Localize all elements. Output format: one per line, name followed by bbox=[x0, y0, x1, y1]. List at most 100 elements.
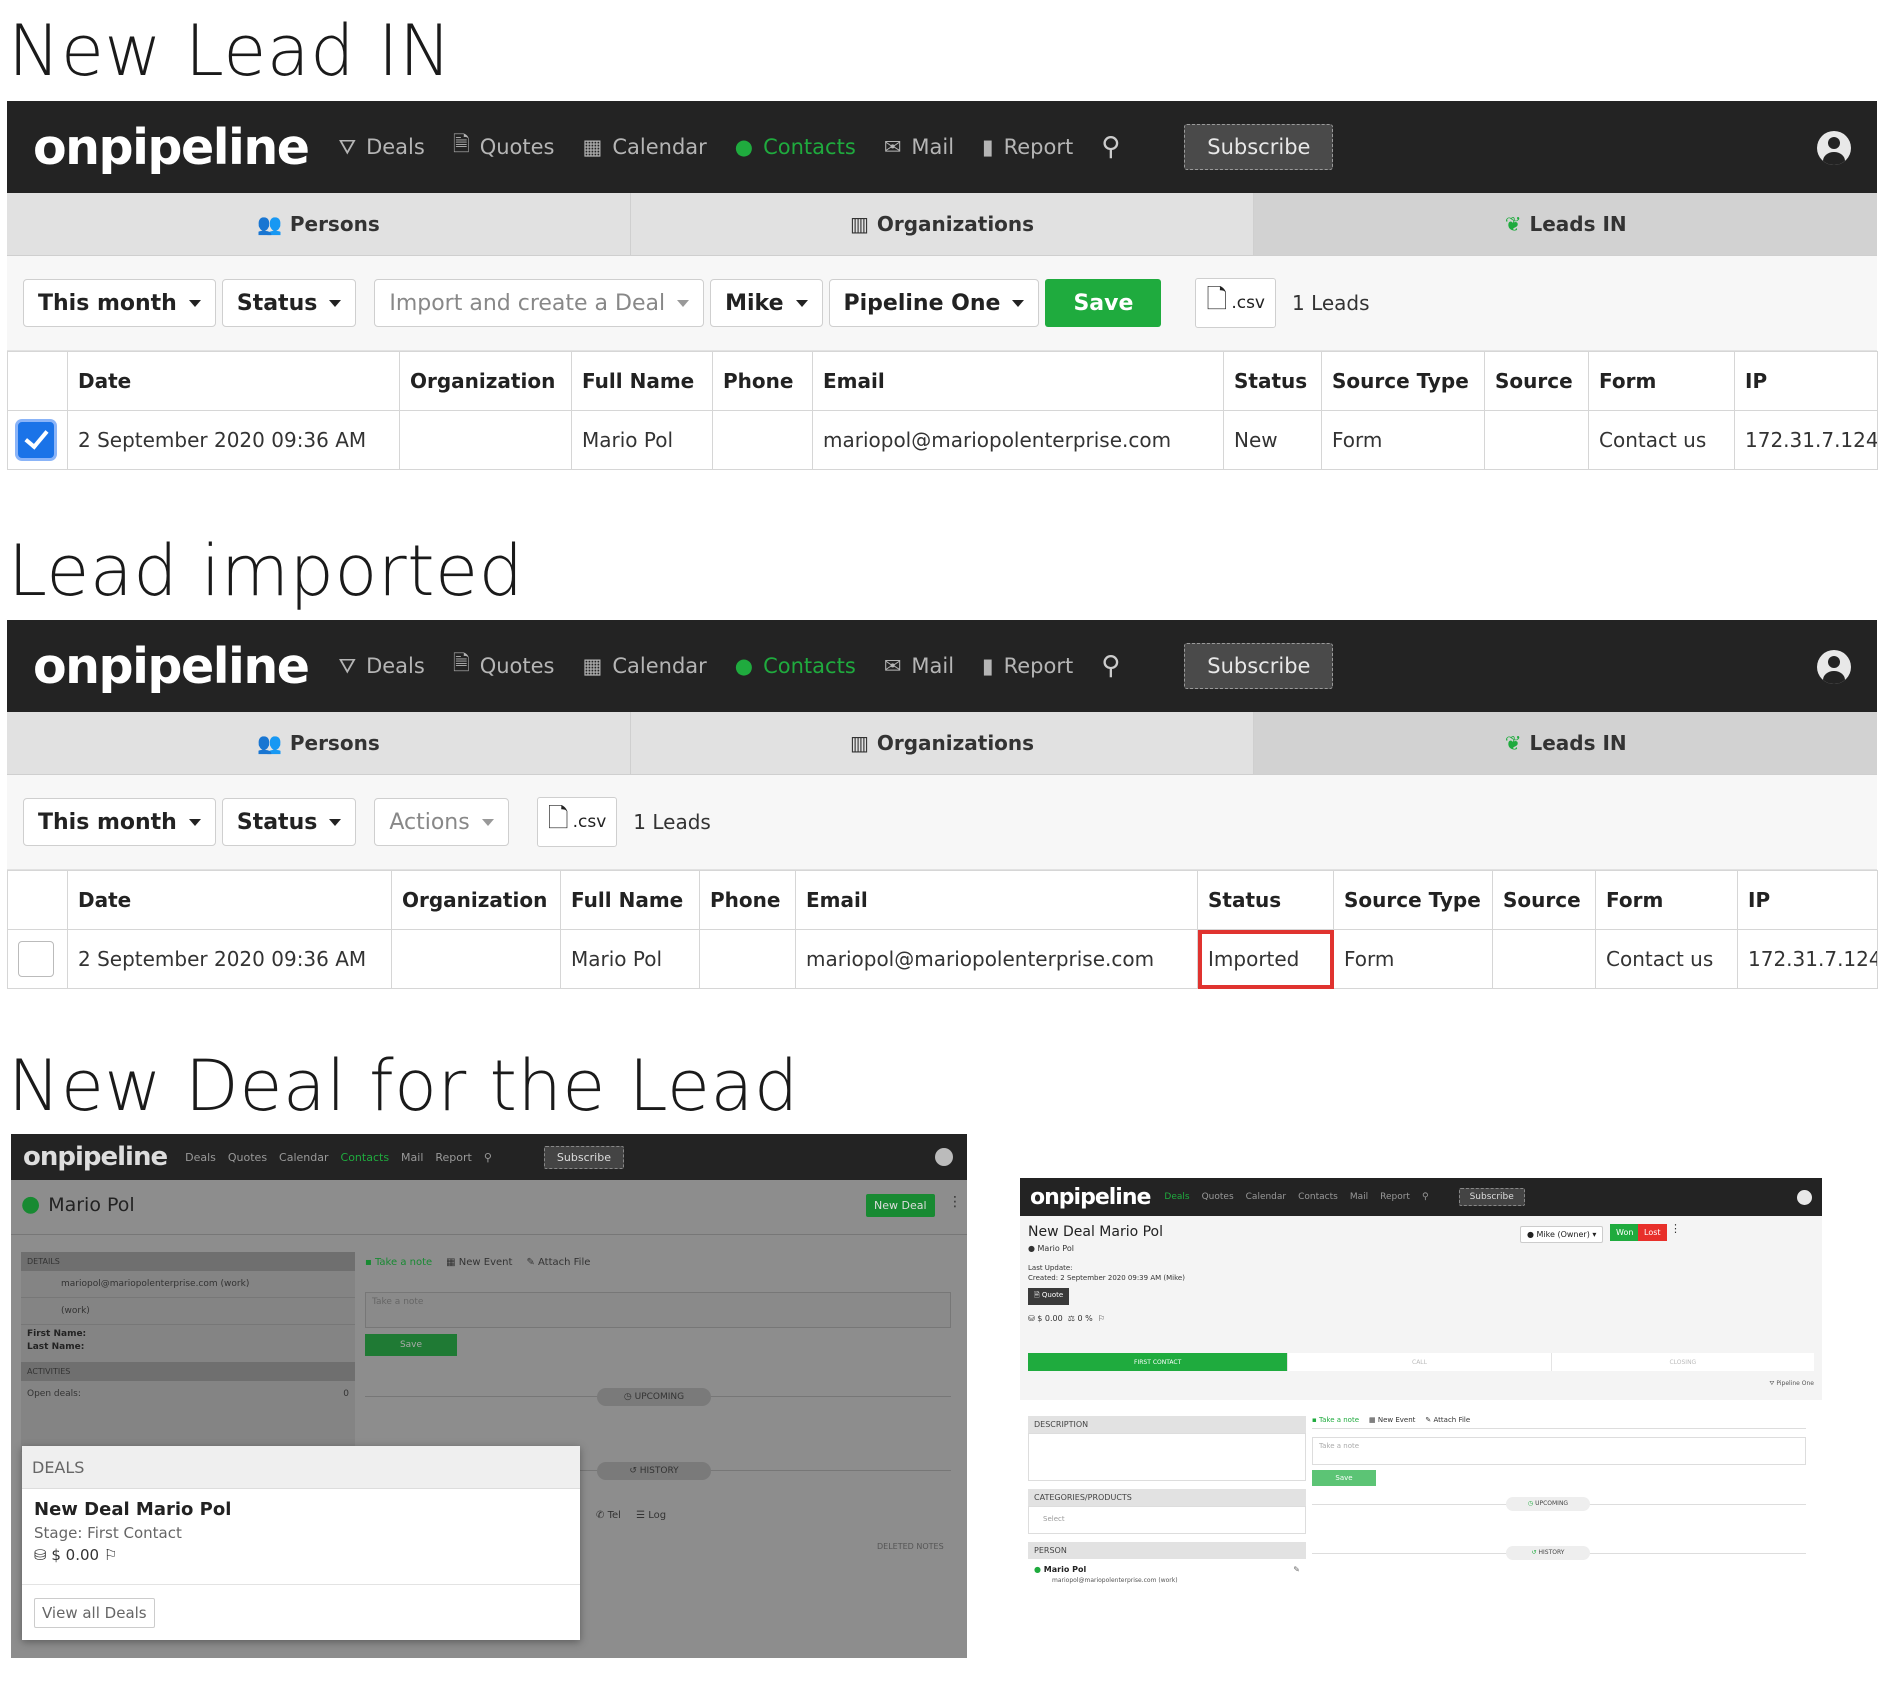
nav-calendar[interactable]: ▦ Calendar bbox=[583, 654, 707, 678]
table-row[interactable]: 2 September 2020 09:36 AM Mario Pol mari… bbox=[7, 929, 1878, 989]
nav-report[interactable]: Report bbox=[435, 1151, 471, 1164]
status-filter[interactable]: Status bbox=[221, 798, 357, 846]
nav-calendar[interactable]: Calendar bbox=[279, 1151, 328, 1164]
col-organization[interactable]: Organization bbox=[399, 351, 572, 411]
app-logo[interactable]: onpipeline bbox=[33, 638, 310, 695]
nav-contacts[interactable]: Contacts bbox=[341, 1151, 390, 1164]
period-filter[interactable]: This month bbox=[23, 279, 216, 327]
quote-button[interactable]: 🗎 Quote bbox=[1028, 1288, 1070, 1305]
col-source[interactable]: Source bbox=[1492, 870, 1596, 930]
period-filter[interactable]: This month bbox=[23, 798, 216, 846]
tab-leads-in[interactable]: ❦ Leads IN bbox=[1254, 712, 1878, 774]
subscribe-button[interactable]: Subscribe bbox=[543, 1145, 624, 1169]
nav-quotes[interactable]: 🗎 Quotes bbox=[453, 649, 555, 684]
stage-closing[interactable]: CLOSING bbox=[1550, 1353, 1814, 1371]
user-avatar-icon[interactable] bbox=[1817, 650, 1851, 684]
col-email[interactable]: Email bbox=[795, 870, 1198, 930]
tab-persons[interactable]: 👥 Persons bbox=[7, 712, 631, 774]
categories-select[interactable]: Select bbox=[1028, 1506, 1306, 1534]
nav-report[interactable]: Report bbox=[1380, 1192, 1410, 1202]
nav-mail[interactable]: Mail bbox=[401, 1151, 423, 1164]
col-ip[interactable]: IP bbox=[1734, 351, 1878, 411]
app-logo[interactable]: onpipeline bbox=[23, 1142, 168, 1172]
stage-call[interactable]: CALL bbox=[1287, 1353, 1551, 1371]
contact-email[interactable]: mariopol@mariopolenterprise.com (work) bbox=[21, 1271, 355, 1298]
user-avatar-icon[interactable] bbox=[1797, 1190, 1812, 1205]
edit-icon[interactable]: ✎ bbox=[1293, 1565, 1300, 1574]
nav-deals[interactable]: Deals bbox=[1164, 1192, 1189, 1202]
subscribe-button[interactable]: Subscribe bbox=[1184, 124, 1334, 170]
tel-filter[interactable]: ✆ Tel bbox=[596, 1510, 621, 1521]
lost-button[interactable]: Lost bbox=[1638, 1224, 1667, 1241]
col-full-name[interactable]: Full Name bbox=[571, 351, 713, 411]
row-checkbox[interactable] bbox=[18, 941, 54, 977]
col-form[interactable]: Form bbox=[1588, 351, 1735, 411]
col-phone[interactable]: Phone bbox=[699, 870, 796, 930]
app-logo[interactable]: onpipeline bbox=[1030, 1185, 1151, 1210]
col-full-name[interactable]: Full Name bbox=[560, 870, 700, 930]
nav-contacts[interactable]: ● Contacts bbox=[735, 135, 856, 159]
col-status[interactable]: Status bbox=[1197, 870, 1334, 930]
app-logo[interactable]: onpipeline bbox=[33, 119, 310, 176]
save-note-button[interactable]: Save bbox=[1312, 1470, 1376, 1486]
nav-deals[interactable]: ⛛ Deals bbox=[338, 654, 424, 679]
nav-report[interactable]: ▮ Report bbox=[982, 654, 1073, 678]
nav-mail[interactable]: ✉ Mail bbox=[884, 135, 954, 159]
row-checkbox[interactable] bbox=[18, 422, 54, 458]
search-icon[interactable]: ⚲ bbox=[1101, 651, 1120, 681]
save-note-button[interactable]: Save bbox=[365, 1334, 457, 1356]
person-email[interactable]: mariopol@mariopolenterprise.com (work) bbox=[1034, 1577, 1300, 1584]
tab-organizations[interactable]: ▥ Organizations bbox=[631, 712, 1255, 774]
nav-quotes[interactable]: 🗎 Quotes bbox=[453, 130, 555, 165]
note-textarea[interactable]: Take a note bbox=[1312, 1437, 1806, 1465]
import-action-select[interactable]: Import and create a Deal bbox=[374, 279, 705, 327]
stage-first-contact[interactable]: FIRST CONTACT bbox=[1028, 1353, 1288, 1371]
upcoming-pill[interactable]: ◷ UPCOMING bbox=[597, 1388, 711, 1406]
col-source[interactable]: Source bbox=[1484, 351, 1589, 411]
nav-mail[interactable]: ✉ Mail bbox=[884, 654, 954, 678]
new-event-tab[interactable]: ▦ New Event bbox=[446, 1257, 512, 1268]
table-row[interactable]: 2 September 2020 09:36 AM Mario Pol mari… bbox=[7, 410, 1878, 470]
owner-select[interactable]: ● Mike (Owner) ▾ bbox=[1520, 1226, 1604, 1243]
pipeline-select[interactable]: Pipeline One bbox=[828, 279, 1040, 327]
history-pill[interactable]: ↺ HISTORY bbox=[1506, 1546, 1590, 1560]
subscribe-button[interactable]: Subscribe bbox=[1184, 643, 1334, 689]
col-source-type[interactable]: Source Type bbox=[1333, 870, 1493, 930]
col-source-type[interactable]: Source Type bbox=[1321, 351, 1485, 411]
nav-calendar[interactable]: Calendar bbox=[1246, 1192, 1286, 1202]
description-textarea[interactable] bbox=[1028, 1433, 1306, 1481]
view-all-deals-button[interactable]: View all Deals bbox=[34, 1598, 155, 1628]
owner-select[interactable]: Mike bbox=[710, 279, 823, 327]
new-deal-button[interactable]: New Deal bbox=[866, 1194, 935, 1217]
nav-report[interactable]: ▮ Report bbox=[982, 135, 1073, 159]
take-note-tab[interactable]: ▪ Take a note bbox=[365, 1257, 432, 1268]
subscribe-button[interactable]: Subscribe bbox=[1458, 1188, 1525, 1206]
save-button[interactable]: Save bbox=[1045, 279, 1162, 327]
tab-persons[interactable]: 👥 Persons bbox=[7, 193, 631, 255]
log-filter[interactable]: ☰ Log bbox=[636, 1510, 666, 1521]
status-filter[interactable]: Status bbox=[221, 279, 357, 327]
tab-leads-in[interactable]: ❦ Leads IN bbox=[1254, 193, 1878, 255]
upcoming-pill[interactable]: ◷ UPCOMING bbox=[1506, 1497, 1590, 1511]
col-date[interactable]: Date bbox=[67, 351, 400, 411]
take-note-tab[interactable]: ▪ Take a note bbox=[1312, 1416, 1359, 1424]
col-email[interactable]: Email bbox=[812, 351, 1224, 411]
user-avatar-icon[interactable] bbox=[935, 1148, 953, 1166]
note-textarea[interactable]: Take a note bbox=[365, 1292, 951, 1328]
col-phone[interactable]: Phone bbox=[712, 351, 813, 411]
search-icon[interactable]: ⚲ bbox=[1422, 1192, 1429, 1202]
deal-person-link[interactable]: ● Mario Pol bbox=[1028, 1244, 1074, 1253]
deal-item[interactable]: New Deal Mario Pol Stage: First Contact … bbox=[22, 1489, 580, 1564]
actions-select[interactable]: Actions bbox=[374, 798, 509, 846]
nav-contacts[interactable]: Contacts bbox=[1298, 1192, 1338, 1202]
col-status[interactable]: Status bbox=[1223, 351, 1322, 411]
nav-quotes[interactable]: Quotes bbox=[228, 1151, 267, 1164]
new-event-tab[interactable]: ▦ New Event bbox=[1369, 1416, 1415, 1424]
more-options-icon[interactable]: ⋮ bbox=[948, 1194, 962, 1210]
history-pill[interactable]: ↺ HISTORY bbox=[597, 1462, 711, 1480]
nav-deals[interactable]: ⛛ Deals bbox=[338, 135, 424, 160]
deleted-notes-link[interactable]: DELETED NOTES bbox=[877, 1542, 944, 1551]
col-form[interactable]: Form bbox=[1595, 870, 1738, 930]
nav-contacts[interactable]: ● Contacts bbox=[735, 654, 856, 678]
export-csv-button[interactable]: 🗋 .csv bbox=[1195, 278, 1276, 328]
